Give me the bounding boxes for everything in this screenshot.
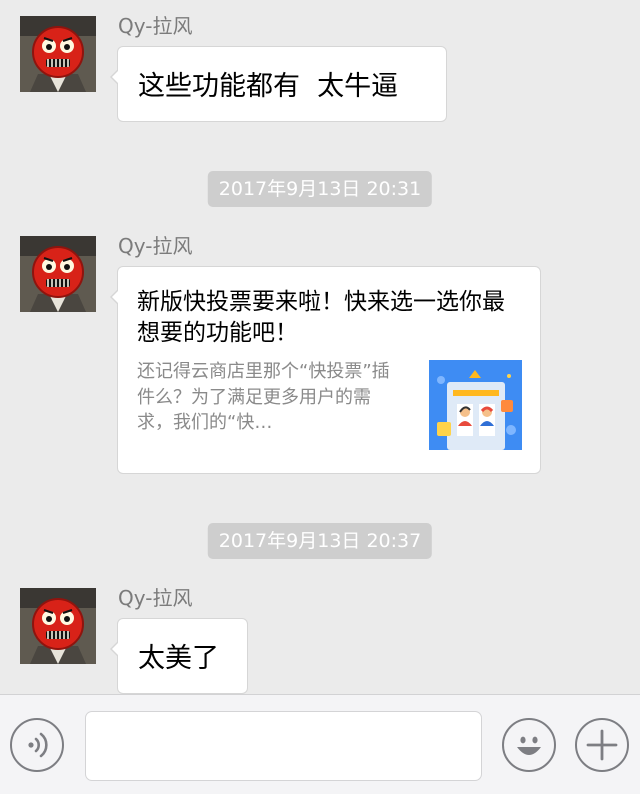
avatar[interactable]: [20, 588, 96, 664]
link-card[interactable]: 新版快投票要来啦！快来选一选你最想要的功能吧！ 还记得云商店里那个“快投票”插件…: [110, 266, 541, 474]
voice-button[interactable]: [10, 718, 64, 772]
message-text: 这些功能都有 太牛逼: [138, 71, 399, 102]
message-input[interactable]: [85, 711, 482, 781]
vote-card-thumbnail-icon: [429, 360, 522, 450]
sender-name: Qy-拉风: [118, 586, 193, 610]
chat-area: Qy-拉风 这些功能都有 太牛逼 2017年9月13日 20:31 Qy-拉风 …: [0, 0, 640, 694]
emoji-icon: [517, 736, 541, 755]
voice-icon: [28, 732, 48, 758]
plus-button[interactable]: [575, 718, 629, 772]
card-description: 还记得云商店里那个“快投票”插件么？为了满足更多用户的需求，我们的“快…: [137, 361, 390, 433]
message-bubble[interactable]: 这些功能都有 太牛逼: [110, 46, 447, 122]
sender-name: Qy-拉风: [118, 234, 193, 258]
plus-icon: [586, 729, 618, 761]
input-bar: [0, 694, 640, 794]
avatar[interactable]: [20, 236, 96, 312]
timestamp: 2017年9月13日 20:37: [207, 523, 433, 559]
card-title: 新版快投票要来啦！快来选一选你最想要的功能吧！: [137, 289, 505, 346]
avatar[interactable]: [20, 16, 96, 92]
emoji-button[interactable]: [502, 718, 556, 772]
sender-name: Qy-拉风: [118, 14, 193, 38]
timestamp: 2017年9月13日 20:31: [207, 171, 433, 207]
message-bubble[interactable]: 太美了: [110, 618, 248, 694]
message-text: 太美了: [138, 643, 219, 674]
